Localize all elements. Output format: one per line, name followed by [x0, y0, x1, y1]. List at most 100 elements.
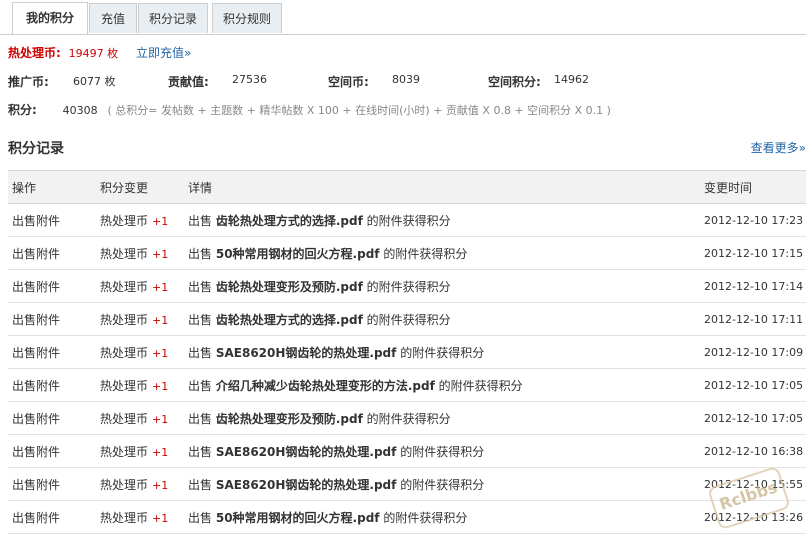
row-delta: +1 [152, 280, 169, 294]
table-row: 出售附件 热处理币 +1 出售 SAE8620H钢齿轮的热处理.pdf 的附件获得积分… [8, 335, 806, 369]
row-change: 热处理币 +1 [96, 335, 184, 369]
row-file-link[interactable]: 齿轮热处理方式的选择.pdf [216, 313, 363, 327]
row-coin: 热处理币 [100, 510, 149, 525]
table-row: 出售附件 热处理币 +1 出售 齿轮热处理方式的选择.pdf 的附件获得积分 2012-… [8, 302, 806, 336]
row-delta: +1 [152, 511, 169, 525]
row-delta: +1 [152, 313, 169, 327]
view-more-link[interactable]: 查看更多» [751, 139, 806, 156]
row-detail-post: 的附件获得积分 [366, 411, 451, 426]
row-coin: 热处理币 [100, 246, 149, 261]
row-change: 热处理币 +1 [96, 203, 184, 237]
row-detail: 出售 50种常用钢材的回火方程.pdf 的附件获得积分 [184, 500, 700, 534]
tab-my-points[interactable]: 我的积分 [12, 2, 88, 34]
row-time: 2012-12-10 17:14 [700, 269, 806, 303]
row-coin: 热处理币 [100, 477, 149, 492]
row-delta: +1 [152, 247, 169, 261]
tab-points-rules[interactable]: 积分规则 [212, 3, 282, 33]
row-detail-pre: 出售 [188, 246, 213, 261]
row-operation: 出售附件 [8, 302, 96, 336]
row-detail-post: 的附件获得积分 [366, 279, 451, 294]
row-time: 2012-12-10 17:11 [700, 302, 806, 336]
row-file-link[interactable]: 齿轮热处理变形及预防.pdf [216, 280, 363, 294]
row-operation: 出售附件 [8, 269, 96, 303]
row-detail-pre: 出售 [188, 411, 213, 426]
tab-points-record[interactable]: 积分记录 [138, 3, 208, 33]
row-operation: 出售附件 [8, 368, 96, 402]
stat-label-promo: 推广币: [8, 75, 49, 89]
row-file-link[interactable]: SAE8620H钢齿轮的热处理.pdf [216, 346, 397, 360]
row-coin: 热处理币 [100, 312, 149, 327]
row-coin: 热处理币 [100, 444, 149, 459]
row-detail-pre: 出售 [188, 345, 213, 360]
row-operation: 出售附件 [8, 434, 96, 468]
stat-value-promo: 6077 枚 [73, 75, 116, 88]
coin-row: 热处理币: 19497 枚 立即充值» [8, 44, 191, 61]
row-operation: 出售附件 [8, 203, 96, 237]
score-row: 积分: 40308 ( 总积分= 发帖数 + 主题数 + 精华帖数 X 100 … [8, 101, 611, 118]
score-value: 40308 [62, 104, 98, 117]
row-change: 热处理币 +1 [96, 500, 184, 534]
row-operation: 出售附件 [8, 467, 96, 501]
row-detail: 出售 50种常用钢材的回火方程.pdf 的附件获得积分 [184, 236, 700, 270]
row-detail-post: 的附件获得积分 [366, 213, 451, 228]
row-detail-post: 的附件获得积分 [400, 444, 485, 459]
table-row: 出售附件 热处理币 +1 出售 介绍几种减少齿轮热处理变形的方法.pdf 的附件获得积… [8, 368, 806, 402]
row-detail-post: 的附件获得积分 [438, 378, 523, 393]
row-detail: 出售 齿轮热处理方式的选择.pdf 的附件获得积分 [184, 302, 700, 336]
score-formula: ( 总积分= 发帖数 + 主题数 + 精华帖数 X 100 + 在线时间(小时)… [107, 104, 611, 117]
row-change: 热处理币 +1 [96, 236, 184, 270]
stat-label-contribution: 贡献值: [168, 75, 209, 89]
row-detail: 出售 齿轮热处理变形及预防.pdf 的附件获得积分 [184, 269, 700, 303]
row-detail: 出售 齿轮热处理方式的选择.pdf 的附件获得积分 [184, 203, 700, 237]
header-time: 变更时间 [700, 170, 806, 204]
table-row: 出售附件 热处理币 +1 出售 SAE8620H钢齿轮的热处理.pdf 的附件获得积分… [8, 467, 806, 501]
row-delta: +1 [152, 346, 169, 360]
row-delta: +1 [152, 214, 169, 228]
row-file-link[interactable]: 介绍几种减少齿轮热处理变形的方法.pdf [216, 379, 435, 393]
table-row: 出售附件 热处理币 +1 出售 50种常用钢材的回火方程.pdf 的附件获得积分 201… [8, 500, 806, 534]
records-header-row: 操作 积分变更 详情 变更时间 [8, 170, 806, 204]
recharge-link[interactable]: 立即充值» [136, 46, 191, 60]
row-operation: 出售附件 [8, 236, 96, 270]
row-coin: 热处理币 [100, 378, 149, 393]
row-detail-pre: 出售 [188, 510, 213, 525]
row-file-link[interactable]: 齿轮热处理变形及预防.pdf [216, 412, 363, 426]
row-time: 2012-12-10 17:05 [700, 401, 806, 435]
row-file-link[interactable]: SAE8620H钢齿轮的热处理.pdf [216, 478, 397, 492]
row-time: 2012-12-10 16:38 [700, 434, 806, 468]
header-operation: 操作 [8, 170, 96, 204]
row-coin: 热处理币 [100, 213, 149, 228]
row-file-link[interactable]: SAE8620H钢齿轮的热处理.pdf [216, 445, 397, 459]
row-detail-pre: 出售 [188, 213, 213, 228]
row-detail-pre: 出售 [188, 477, 213, 492]
row-operation: 出售附件 [8, 335, 96, 369]
row-change: 热处理币 +1 [96, 269, 184, 303]
row-coin: 热处理币 [100, 345, 149, 360]
row-detail-post: 的附件获得积分 [383, 246, 468, 261]
header-detail: 详情 [184, 170, 700, 204]
row-detail: 出售 SAE8620H钢齿轮的热处理.pdf 的附件获得积分 [184, 467, 700, 501]
row-time: 2012-12-10 17:15 [700, 236, 806, 270]
row-detail: 出售 SAE8620H钢齿轮的热处理.pdf 的附件获得积分 [184, 434, 700, 468]
stat-value-space-points: 14962 [554, 73, 589, 86]
row-file-link[interactable]: 50种常用钢材的回火方程.pdf [216, 511, 380, 525]
row-change: 热处理币 +1 [96, 434, 184, 468]
row-detail-post: 的附件获得积分 [383, 510, 468, 525]
row-delta: +1 [152, 445, 169, 459]
row-delta: +1 [152, 412, 169, 426]
row-operation: 出售附件 [8, 500, 96, 534]
coin-label: 热处理币: [8, 46, 61, 60]
row-time: 2012-12-10 17:09 [700, 335, 806, 369]
row-delta: +1 [152, 478, 169, 492]
row-time: 2012-12-10 17:23 [700, 203, 806, 237]
row-detail: 出售 齿轮热处理变形及预防.pdf 的附件获得积分 [184, 401, 700, 435]
row-detail-post: 的附件获得积分 [400, 345, 485, 360]
row-file-link[interactable]: 50种常用钢材的回火方程.pdf [216, 247, 380, 261]
row-file-link[interactable]: 齿轮热处理方式的选择.pdf [216, 214, 363, 228]
stat-value-space-coin: 8039 [392, 73, 420, 86]
tab-recharge[interactable]: 充值 [89, 3, 137, 33]
table-row: 出售附件 热处理币 +1 出售 SAE8620H钢齿轮的热处理.pdf 的附件获得积分… [8, 434, 806, 468]
table-row: 出售附件 热处理币 +1 出售 齿轮热处理变形及预防.pdf 的附件获得积分 2012-… [8, 401, 806, 435]
row-change: 热处理币 +1 [96, 302, 184, 336]
row-detail: 出售 介绍几种减少齿轮热处理变形的方法.pdf 的附件获得积分 [184, 368, 700, 402]
